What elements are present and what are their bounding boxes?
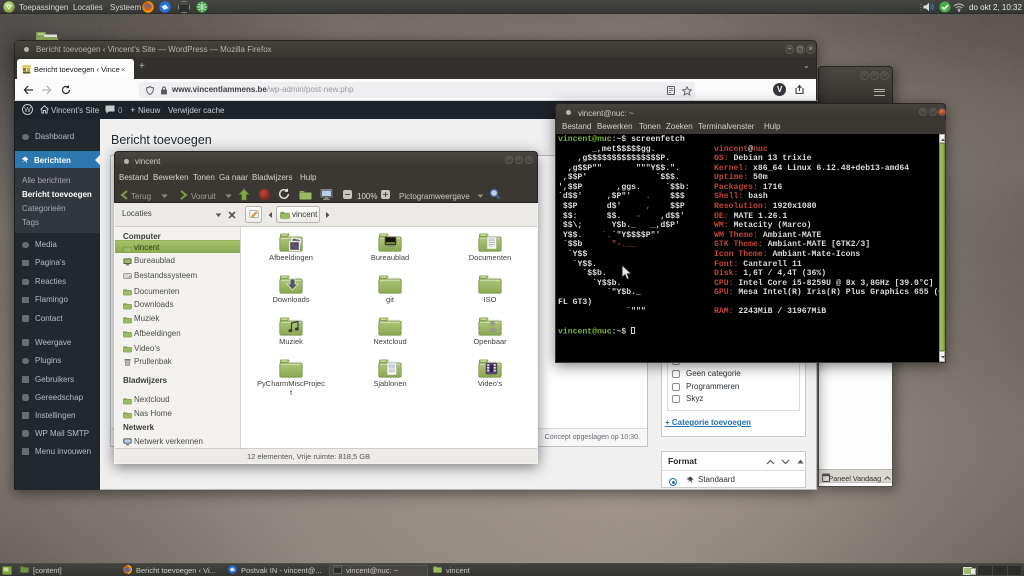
svg-text:W: W <box>24 107 31 114</box>
